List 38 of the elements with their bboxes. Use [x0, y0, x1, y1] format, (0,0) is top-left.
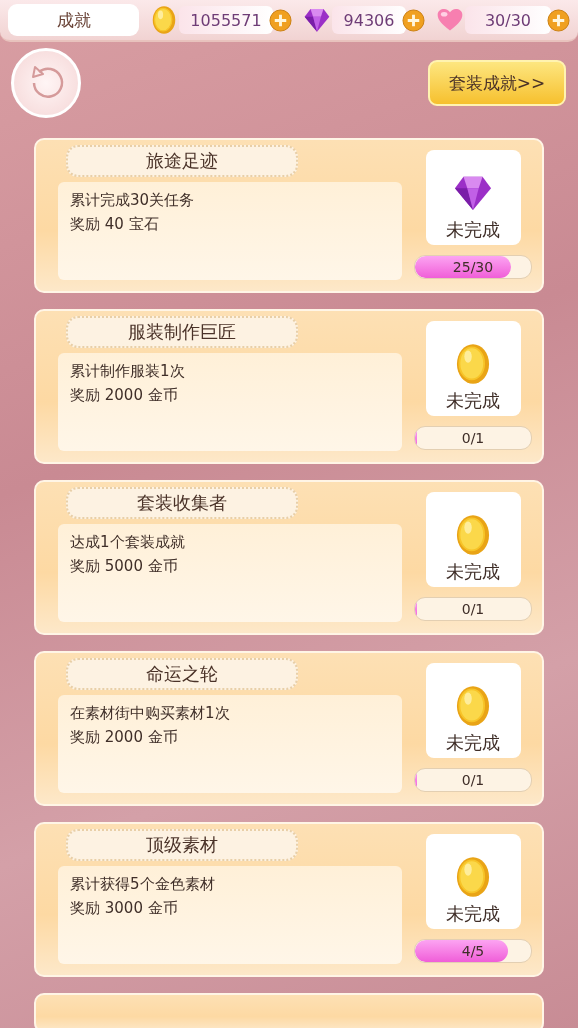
progress-bar: 0/1 — [414, 597, 532, 621]
coin-icon — [454, 343, 492, 385]
status-text: 未完成 — [446, 218, 500, 242]
achievement-title: 服装制作巨匠 — [66, 316, 298, 348]
progress-bar: 25/30 — [414, 255, 532, 279]
currency-counter: 94306 — [332, 6, 406, 34]
task-text: 在素材街中购买素材1次 — [70, 703, 231, 724]
coin-icon — [454, 685, 492, 727]
coin-icon — [151, 5, 177, 35]
reward-text: 奖励 5000 金币 — [70, 556, 179, 577]
reward-text: 奖励 2000 金币 — [70, 385, 179, 406]
coin-icon — [454, 514, 492, 556]
progress-bar: 0/1 — [414, 426, 532, 450]
achievement-title: 套装收集者 — [66, 487, 298, 519]
status-text: 未完成 — [446, 731, 500, 755]
coin-icon — [454, 856, 492, 898]
task-text: 累计获得5个金色素材 — [70, 874, 216, 895]
task-text: 累计制作服装1次 — [70, 361, 186, 382]
status-text: 未完成 — [446, 902, 500, 926]
reward-text: 奖励 2000 金币 — [70, 727, 179, 748]
add-icon[interactable] — [547, 8, 570, 32]
progress-bar: 4/5 — [414, 939, 532, 963]
achievement-title: 命运之轮 — [66, 658, 298, 690]
add-icon[interactable] — [402, 8, 425, 32]
screen-title: 成就 — [8, 4, 139, 36]
progress-bar: 0/1 — [414, 768, 532, 792]
currency-counter: 1055571 — [179, 6, 273, 34]
status-text: 未完成 — [446, 560, 500, 584]
set-achievements-button[interactable]: 套装成就>> — [428, 60, 566, 106]
reward-text: 奖励 40 宝石 — [70, 214, 160, 235]
achievement-title: 旅途足迹 — [66, 145, 298, 177]
achievement-title: 顶级素材 — [66, 829, 298, 861]
add-icon[interactable] — [269, 8, 292, 32]
reward-text: 奖励 3000 金币 — [70, 898, 179, 919]
task-text: 达成1个套装成就 — [70, 532, 186, 553]
task-text: 累计完成30关任务 — [70, 190, 196, 211]
status-text: 未完成 — [446, 389, 500, 413]
currency-counter: 30/30 — [465, 6, 551, 34]
